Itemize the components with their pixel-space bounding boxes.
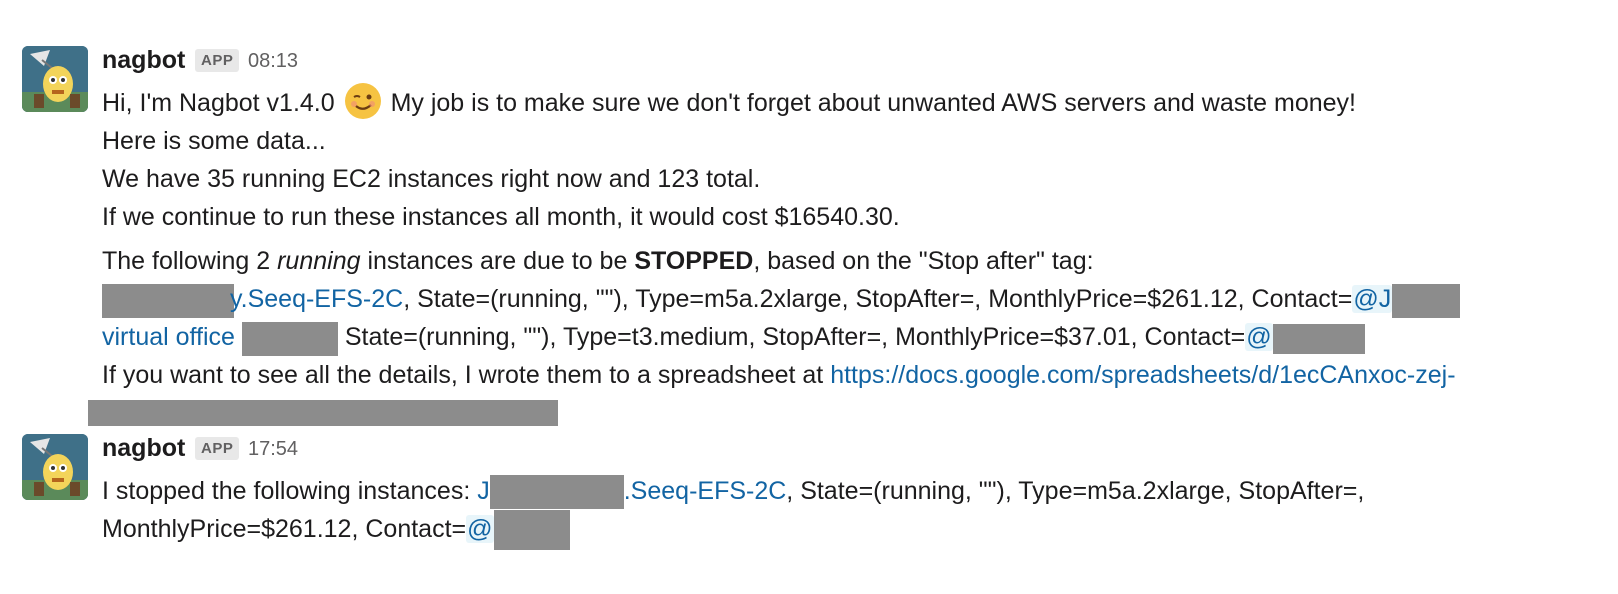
message-line: I stopped the following instances: J .See… <box>102 472 1598 510</box>
instance-line: virtual office State=(running, ""), Type… <box>102 318 1598 356</box>
redacted-block <box>1392 283 1461 318</box>
message-text: I stopped the following instances: <box>102 477 478 505</box>
link-continuation <box>88 394 1598 432</box>
robot-avatar-icon <box>22 46 88 112</box>
app-badge: APP <box>195 437 240 460</box>
redacted-block <box>241 321 338 356</box>
sender-name[interactable]: nagbot <box>102 434 185 463</box>
message-line: We have 35 running EC2 instances right n… <box>102 165 761 194</box>
text: , based on the "Stop after" tag: <box>753 247 1094 276</box>
timestamp[interactable]: 17:54 <box>248 438 298 461</box>
message-text: MonthlyPrice=$261.12, Contact= <box>102 515 467 543</box>
bold-text: STOPPED <box>634 247 754 276</box>
stopped-intro: The following 2 running instances are du… <box>102 242 1598 280</box>
user-mention[interactable]: @ <box>466 515 494 543</box>
instance-details: , State=(running, ""), Type=m5a.2xlarge,… <box>786 477 1365 505</box>
message-text: If you want to see all the details, I wr… <box>102 361 831 390</box>
app-badge: APP <box>195 49 240 72</box>
message-line: Here is some data... <box>102 127 326 156</box>
message-header: nagbot APP 08:13 <box>102 44 1598 84</box>
emphasis-text: running <box>277 247 361 276</box>
robot-avatar-icon <box>22 434 88 500</box>
instance-link[interactable]: virtual office <box>102 323 235 351</box>
text: The following 2 <box>102 247 278 276</box>
redacted-block <box>1272 323 1365 354</box>
winking-face-icon <box>344 83 381 120</box>
redacted-block <box>102 283 234 318</box>
timestamp[interactable]: 08:13 <box>248 50 298 73</box>
message-header: nagbot APP 17:54 <box>102 432 1598 472</box>
instance-link[interactable]: J <box>477 477 490 505</box>
instance-link[interactable]: .Seeq-EFS-2C <box>624 477 787 505</box>
message-line: If we continue to run these instances al… <box>102 203 900 232</box>
sender-name[interactable]: nagbot <box>102 46 185 75</box>
details-line: If you want to see all the details, I wr… <box>102 356 1598 394</box>
instance-details: State=(running, ""), Type=t3.medium, Sto… <box>344 323 1246 352</box>
instance-link[interactable]: y.Seeq-EFS-2C <box>230 285 403 313</box>
redacted-block <box>489 475 624 510</box>
message-text: Hi, I'm Nagbot v1.4.0 <box>102 89 335 117</box>
message-line: Hi, I'm Nagbot v1.4.0 My job is to make … <box>102 83 1598 122</box>
user-mention[interactable]: @J <box>1352 285 1393 314</box>
user-mention[interactable]: @ <box>1245 323 1273 352</box>
redacted-block <box>88 400 558 427</box>
redacted-block <box>493 510 570 551</box>
instance-line: y.Seeq-EFS-2C, State=(running, ""), Type… <box>102 280 1598 318</box>
text: instances are due to be <box>360 247 635 276</box>
instance-details: , State=(running, ""), Type=m5a.2xlarge,… <box>403 285 1353 314</box>
message-text: My job is to make sure we don't forget a… <box>390 89 1357 117</box>
avatar[interactable] <box>22 434 88 500</box>
spreadsheet-link[interactable]: https://docs.google.com/spreadsheets/d/1… <box>830 361 1455 389</box>
avatar[interactable] <box>22 46 88 112</box>
message-line: MonthlyPrice=$261.12, Contact=@ <box>102 510 1598 551</box>
